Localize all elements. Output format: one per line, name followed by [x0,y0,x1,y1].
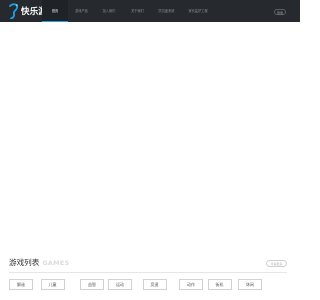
category-kids[interactable]: 儿童 [40,279,65,290]
category-racing[interactable]: 竞速 [142,279,167,290]
view-more-button[interactable]: 查看更多 [266,260,287,267]
nav-label: 首页 [51,9,59,13]
nav-item-parental-guard[interactable]: 家长监护工程 [181,0,215,22]
nav-item-products[interactable]: 游戏产品 [68,0,95,22]
login-button[interactable]: 登录 [274,9,286,15]
nav-label: 加入我们 [102,9,116,13]
top-header: 快乐游 首页 游戏产品 加入我们 关于我们 防沉迷系统 家长监护工程 登录 [0,0,300,22]
category-casual[interactable]: 休闲 [238,279,262,290]
page: 快乐游 首页 游戏产品 加入我们 关于我们 防沉迷系统 家长监护工程 登录 游戏… [0,0,300,300]
category-brain[interactable]: 益智 [80,279,104,290]
nav-label: 关于我们 [131,9,144,13]
nav-label: 家长监护工程 [188,9,208,13]
nav-item-join[interactable]: 加入我们 [95,0,123,22]
category-puzzle[interactable]: 解谜 [9,279,33,290]
nav-item-home[interactable]: 首页 [42,0,68,22]
section-divider [9,272,287,273]
category-sports[interactable]: 运动 [108,279,132,290]
games-title-en: GAMES [42,259,70,267]
nav-label: 游戏产品 [75,9,88,13]
category-arcade[interactable]: 街机 [207,279,232,290]
games-section-title: 游戏列表 GAMES [9,257,69,269]
nav-item-anti-addiction[interactable]: 防沉迷系统 [152,0,181,22]
games-title: 游戏列表 [9,258,40,267]
nav-item-about[interactable]: 关于我们 [123,0,152,22]
nav-label: 防沉迷系统 [158,9,175,13]
category-action[interactable]: 动作 [179,279,203,290]
main-nav: 首页 游戏产品 加入我们 关于我们 防沉迷系统 家长监护工程 [42,0,215,22]
logo-icon [9,3,19,19]
